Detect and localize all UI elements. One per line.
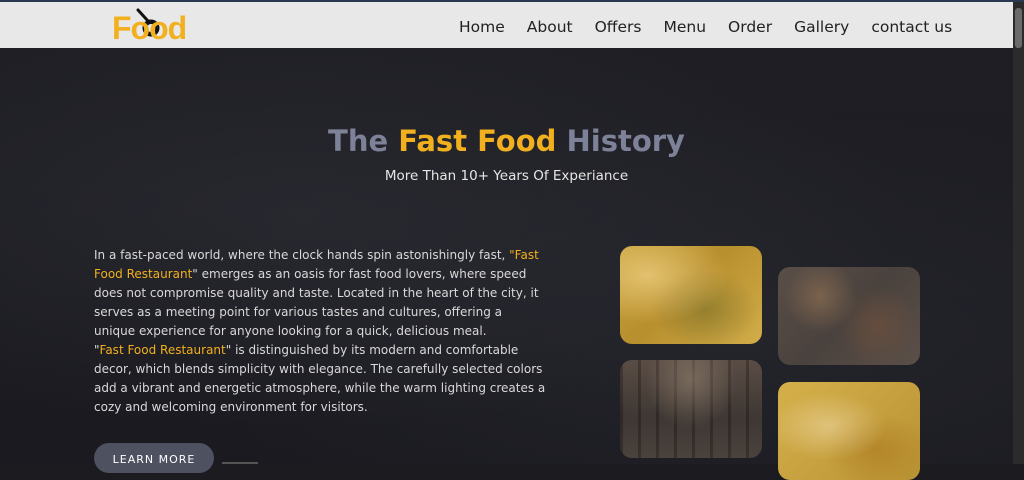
- gallery-image-4: [778, 382, 920, 480]
- scrollbar[interactable]: [1013, 2, 1024, 464]
- nav-menu-link[interactable]: Menu: [663, 18, 706, 36]
- section-subtitle: More Than 10+ Years Of Experiance: [384, 168, 629, 184]
- section-title: The Fast Food History: [0, 124, 1013, 158]
- logo-text: Food: [112, 10, 187, 46]
- logo[interactable]: Food: [112, 8, 190, 46]
- nav-order[interactable]: Order: [728, 18, 772, 36]
- p1-text-a: In a fast-paced world, where the clock h…: [94, 248, 510, 262]
- navbar: Food Home About Offers Menu Order Galler…: [0, 2, 1013, 48]
- p2-highlight: Fast Food Restaurant: [99, 343, 226, 357]
- gallery-image-1: [620, 246, 762, 344]
- nav-offers[interactable]: Offers: [595, 18, 642, 36]
- nav-menu: Home About Offers Menu Order Gallery con…: [459, 4, 974, 50]
- nav-contact[interactable]: contact us: [871, 18, 952, 36]
- scrollbar-thumb[interactable]: [1015, 8, 1022, 48]
- nav-home[interactable]: Home: [459, 18, 505, 36]
- title-prefix: The: [328, 124, 399, 158]
- about-text: In a fast-paced world, where the clock h…: [94, 246, 546, 417]
- title-suffix: History: [556, 124, 685, 158]
- gallery-image-2: [778, 267, 920, 365]
- nav-about[interactable]: About: [527, 18, 573, 36]
- learn-more-button[interactable]: LEARN MORE: [94, 443, 214, 473]
- title-accent: Fast Food: [398, 124, 557, 158]
- gallery-image-3: [620, 360, 762, 458]
- nav-gallery[interactable]: Gallery: [794, 18, 849, 36]
